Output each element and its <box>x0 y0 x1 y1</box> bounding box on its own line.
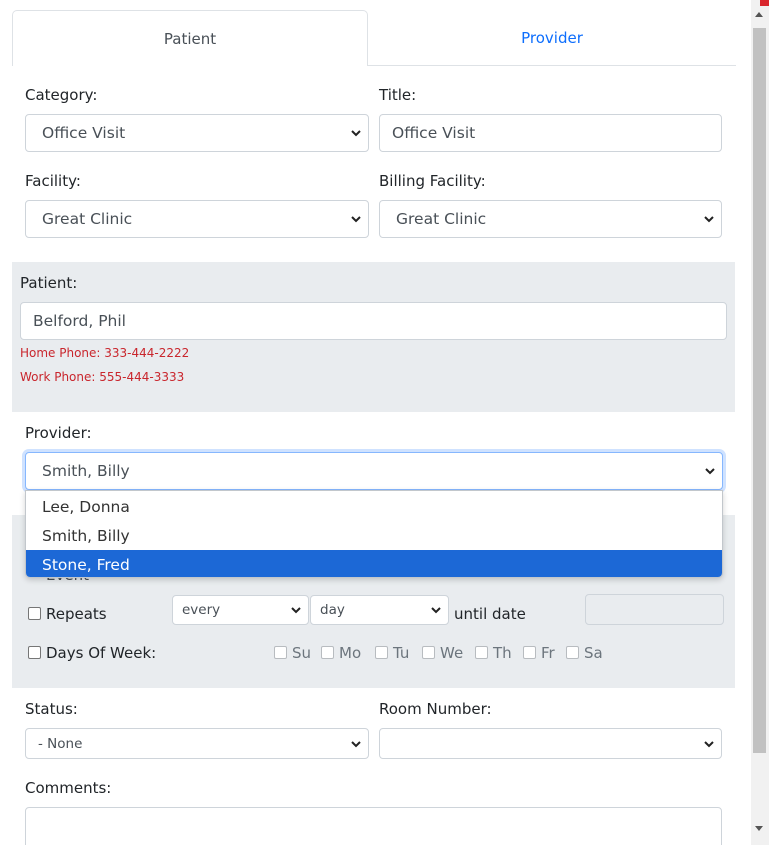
days-of-week-label: Days Of Week: <box>46 644 157 662</box>
repeat-every-value: every <box>182 602 221 618</box>
status-label: Status: <box>25 700 78 718</box>
provider-select[interactable]: Smith, Billy <box>25 452 723 490</box>
provider-option[interactable]: Smith, Billy <box>26 521 722 550</box>
provider-option-highlighted[interactable]: Stone, Fred <box>26 550 722 577</box>
day-label-fr: Fr <box>541 644 555 662</box>
day-label-mo: Mo <box>339 644 362 662</box>
provider-option[interactable]: Lee, Donna <box>26 492 722 521</box>
day-checkbox-su[interactable] <box>274 646 287 659</box>
chevron-down-icon <box>704 216 714 223</box>
category-select-value: Office Visit <box>42 124 126 142</box>
status-select[interactable]: - None <box>25 728 369 759</box>
tab-bar: Patient Provider <box>12 10 736 66</box>
tab-patient[interactable]: Patient <box>12 10 368 66</box>
day-label-tu: Tu <box>393 644 410 662</box>
status-select-value: - None <box>38 735 83 752</box>
chevron-down-icon <box>291 607 301 614</box>
scrollbar-thumb[interactable] <box>753 28 766 753</box>
title-input-value: Office Visit <box>392 124 476 142</box>
day-checkbox-tu[interactable] <box>375 646 388 659</box>
repeats-checkbox[interactable] <box>28 607 41 620</box>
until-date-input[interactable] <box>585 594 724 625</box>
repeat-unit-value: day <box>320 602 345 618</box>
repeat-unit-select[interactable]: day <box>310 595 449 625</box>
scroll-up-arrow-icon[interactable] <box>755 12 763 17</box>
chevron-down-icon <box>704 740 714 747</box>
tab-provider[interactable]: Provider <box>368 10 736 66</box>
repeats-label: Repeats <box>46 605 107 623</box>
chevron-down-icon <box>351 130 361 137</box>
day-checkbox-mo[interactable] <box>321 646 334 659</box>
chevron-down-icon <box>705 468 715 475</box>
facility-select-value: Great Clinic <box>42 210 133 228</box>
facility-select[interactable]: Great Clinic <box>25 200 369 238</box>
window-corner-marker <box>760 0 769 6</box>
patient-label: Patient: <box>20 274 78 292</box>
provider-label: Provider: <box>25 424 92 442</box>
appointment-form: Patient Provider Category: Office Visit … <box>0 0 769 845</box>
work-phone-text: Work Phone: 555-444-3333 <box>20 370 185 384</box>
billing-facility-label: Billing Facility: <box>379 172 486 190</box>
category-label: Category: <box>25 86 98 104</box>
day-checkbox-we[interactable] <box>422 646 435 659</box>
day-checkbox-fr[interactable] <box>523 646 536 659</box>
days-of-week-checkbox[interactable] <box>28 646 41 659</box>
day-label-we: We <box>440 644 464 662</box>
until-date-label: until date <box>454 605 526 623</box>
facility-label: Facility: <box>25 172 81 190</box>
home-phone-text: Home Phone: 333-444-2222 <box>20 346 190 360</box>
day-label-su: Su <box>292 644 312 662</box>
comments-textarea[interactable] <box>25 807 722 845</box>
billing-facility-select-value: Great Clinic <box>396 210 487 228</box>
patient-input[interactable]: Belford, Phil <box>20 302 727 340</box>
title-label: Title: <box>379 86 417 104</box>
room-number-select[interactable] <box>379 728 722 759</box>
day-checkbox-sa[interactable] <box>566 646 579 659</box>
chevron-down-icon <box>351 216 361 223</box>
repeat-every-select[interactable]: every <box>172 595 309 625</box>
title-input[interactable]: Office Visit <box>379 114 722 152</box>
billing-facility-select[interactable]: Great Clinic <box>379 200 722 238</box>
category-select[interactable]: Office Visit <box>25 114 369 152</box>
provider-select-value: Smith, Billy <box>42 462 130 480</box>
provider-dropdown-list: Lee, Donna Smith, Billy Stone, Fred <box>25 490 723 578</box>
chevron-down-icon <box>431 607 441 614</box>
room-number-label: Room Number: <box>379 700 492 718</box>
comments-label: Comments: <box>25 779 112 797</box>
scroll-down-arrow-icon[interactable] <box>755 826 763 831</box>
patient-input-value: Belford, Phil <box>33 312 126 330</box>
day-label-th: Th <box>493 644 512 662</box>
chevron-down-icon <box>351 740 361 747</box>
day-label-sa: Sa <box>584 644 603 662</box>
day-checkbox-th[interactable] <box>475 646 488 659</box>
